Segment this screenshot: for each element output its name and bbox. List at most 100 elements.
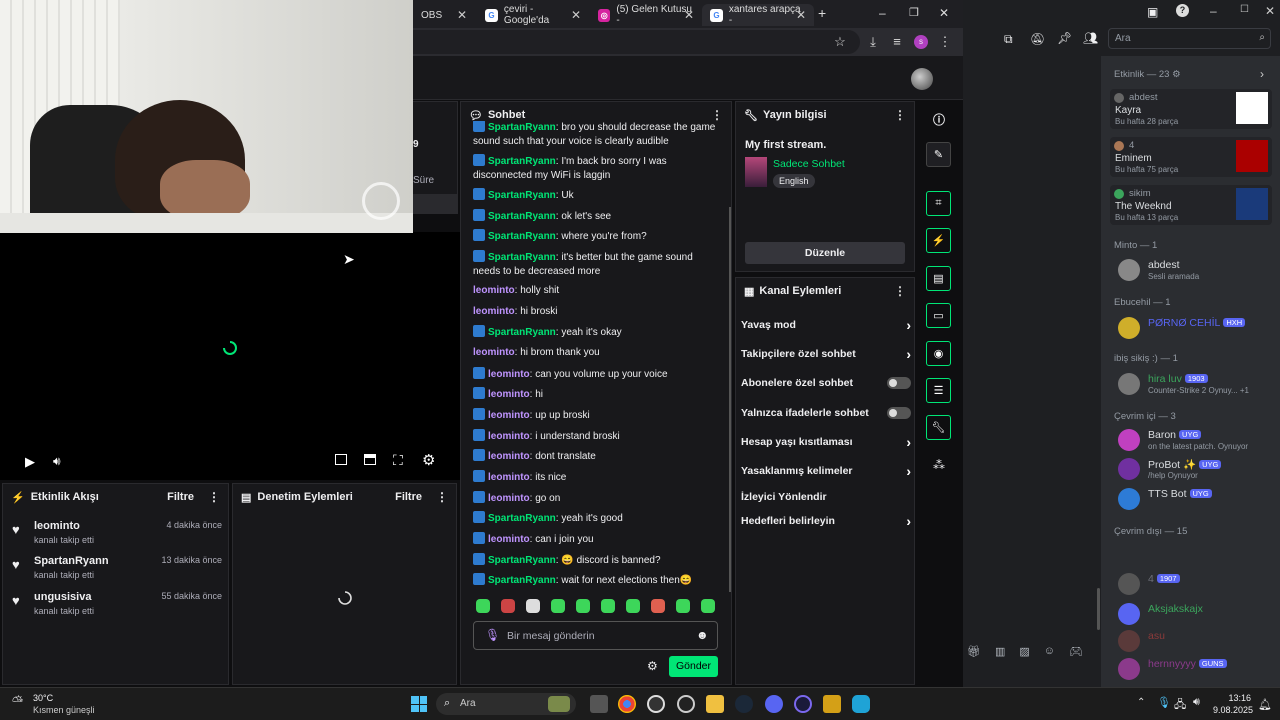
app-icon[interactable] [852,695,870,713]
channel-action-item[interactable]: Yasaklanmış kelimeler › [741,461,911,481]
chat-username[interactable]: leominto [488,389,530,400]
activity-feed-item[interactable]: ♥ ungusisiva kanalı takip etti 55 dakika… [12,591,222,623]
chat-username[interactable]: SpartanRyann [488,555,556,566]
chat-message[interactable]: leominto: holly shit [473,284,718,298]
task-view-icon[interactable] [590,695,608,713]
chat-username[interactable]: SpartanRyann [488,190,556,201]
chat-message[interactable]: SpartanRyann: I'm back bro sorry I was d… [473,154,718,183]
emote-icon[interactable] [676,599,690,613]
bookmark-star-icon[interactable]: ☆ [832,34,848,50]
discord-search-input[interactable]: Ara ⌕ [1108,28,1271,49]
sticker-icon[interactable]: ▨ [1019,645,1029,665]
chat-username[interactable]: SpartanRyann [488,327,556,338]
chat-message[interactable]: SpartanRyann: Uk [473,188,718,203]
chat-username[interactable]: leominto [488,431,530,442]
discord-scrollbar[interactable] [1097,588,1100,630]
chat-message[interactable]: SpartanRyann: where you're from? [473,229,718,244]
chat-message[interactable]: leominto: its nice [473,470,718,485]
info-icon[interactable]: ⓘ [933,111,945,128]
chat-username[interactable]: SpartanRyann [488,211,556,222]
discord-activity-card[interactable]: 4 Eminem Bu hafta 75 parça [1110,137,1272,177]
close-window-button[interactable]: ✕ [1265,4,1275,18]
tab-xantares[interactable]: G xantares arapça - ✕ [702,4,814,26]
chat-message[interactable]: SpartanRyann: yeah it's okay [473,325,718,340]
emote-icon[interactable] [476,599,490,613]
chat-username[interactable]: leominto [488,534,530,545]
close-tab-icon[interactable]: ✕ [457,8,467,22]
chat-username[interactable]: SpartanRyann [488,252,556,263]
clip-icon[interactable]: ⌗ [926,191,951,216]
layout-icon[interactable]: ☰ [926,378,951,403]
discord-activity-card[interactable]: sikim The Weeknd Bu hafta 13 parça [1110,185,1272,225]
emote-icon[interactable] [626,599,640,613]
chat-message[interactable]: SpartanRyann: it's better but the game s… [473,250,718,279]
inbox-icon[interactable]: ▣ [1147,5,1158,19]
maximize-button[interactable]: ☐ [1240,4,1249,15]
chat-username[interactable]: leominto [473,285,515,296]
tray-overflow-icon[interactable]: ⌃ [1137,697,1145,708]
app-icon[interactable] [823,695,841,713]
chat-username[interactable]: leominto [488,493,530,504]
close-tab-icon[interactable]: ✕ [684,8,694,22]
toggle-switch[interactable] [887,407,911,419]
download-icon[interactable]: ⤓ [865,34,881,50]
lightning-icon[interactable]: ⚡ [926,228,951,253]
edit-button[interactable]: Düzenle [745,242,905,264]
clock-time[interactable]: 13:16 [1213,693,1251,703]
chat-message[interactable]: SpartanRyann: yeah it's good [473,511,718,526]
close-window-button[interactable]: ✕ [939,6,949,20]
chat-username[interactable]: leominto [488,369,530,380]
emote-icon[interactable] [601,599,615,613]
steam-icon[interactable] [735,695,753,713]
taskbar-search[interactable]: ⌕ Ara [436,693,576,715]
discord-icon[interactable] [765,695,783,713]
windows-start-icon[interactable] [411,696,427,712]
chat-message[interactable]: leominto: hi brom thank you [473,346,718,360]
chat-message[interactable]: SpartanRyann: ok let's see [473,209,718,224]
tab-google[interactable]: G çeviri - Google'da ✕ [477,4,589,26]
minimize-button[interactable]: – [879,6,886,20]
close-tab-icon[interactable]: ✕ [796,8,806,22]
chat-settings-gear-icon[interactable]: ⚙ [647,659,658,673]
gif-icon[interactable]: ▥ [995,645,1005,665]
speaker-icon[interactable]: 🔊︎ [1193,696,1200,709]
user-avatar[interactable] [911,68,933,90]
category-link[interactable]: Sadece Sohbet [773,158,845,170]
channel-action-item[interactable]: Takipçilere özel sohbet › [741,344,911,364]
channel-action-item[interactable]: İzleyici Yönlendir [741,487,911,507]
emote-icon[interactable] [576,599,590,613]
weather-temp[interactable]: 30°C [33,693,53,703]
chat-message[interactable]: leominto: up up broski [473,408,718,423]
emote-icon[interactable] [701,599,715,613]
microphone-icon[interactable]: 🎙︎ [485,628,500,642]
microphone-icon[interactable]: 🎙︎ [1157,696,1171,709]
discord-activity-card[interactable]: abdest Kayra Bu hafta 28 parça [1110,89,1272,129]
more-menu-icon[interactable]: ⋮ [937,34,953,50]
channel-action-item[interactable]: Abonelere özel sohbet [741,373,911,393]
extensions-icon[interactable]: ⁂ [933,458,945,472]
emote-icon[interactable] [551,599,565,613]
channel-action-item[interactable]: Hesap yaşı kısıtlaması › [741,432,911,452]
emote-icon[interactable] [651,599,665,613]
gift-icon[interactable]: 🎁︎ [967,645,981,665]
chat-message[interactable]: SpartanRyann: bro you should decrease th… [473,121,718,149]
chat-message[interactable]: leominto: hi broski [473,305,718,319]
wrench-icon[interactable]: 🔧︎ [926,415,951,440]
channel-action-item[interactable]: Yavaş mod › [741,315,911,335]
network-icon[interactable]: 🖧︎ [1174,696,1186,715]
weather-icon[interactable]: ⛅︎ [12,693,23,710]
chat-message[interactable]: leominto: i understand broski [473,429,718,444]
chat-message[interactable]: SpartanRyann: wait for next elections th… [473,573,718,588]
emoji-icon[interactable]: ☺ [1044,645,1055,665]
more-options-icon[interactable]: ⋮ [894,284,906,298]
emote-icon[interactable] [501,599,515,613]
help-icon[interactable]: ? [1176,4,1189,17]
chat-username[interactable]: SpartanRyann [488,156,556,167]
chat-username[interactable]: leominto [488,410,530,421]
more-options-icon[interactable]: ⋮ [894,108,906,122]
chatgpt-icon[interactable] [647,695,665,713]
broadcast-icon[interactable]: ◉ [926,341,951,366]
tab-obs[interactable]: OBS ✕ [413,4,475,26]
send-button[interactable]: Gönder [669,656,718,677]
toggle-switch[interactable] [887,377,911,389]
